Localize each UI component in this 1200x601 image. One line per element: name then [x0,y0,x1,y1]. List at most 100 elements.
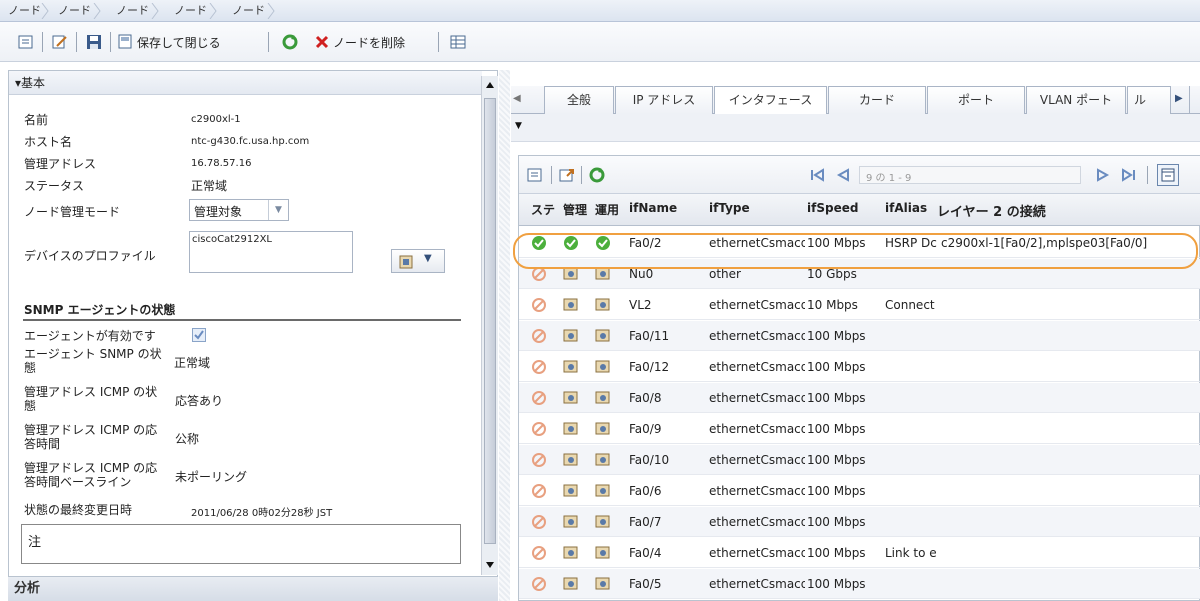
oper-status-up-icon [595,235,611,251]
device-profile-lookup-button[interactable]: ▼ [391,249,445,273]
table-header: ステ 管理 運用 ifName ifType ifSpeed ifAlias レ… [519,194,1200,226]
icmp-baseline-label-line2: 答時間ベースライン [24,475,132,489]
management-mode-value: 管理対象 [194,205,243,219]
tab-ports[interactable]: ポート [927,86,1025,114]
chevron-down-icon: ▼ [424,253,432,264]
tab-more[interactable]: ル [1127,86,1171,114]
col-oper[interactable]: 運用 [595,201,619,218]
oper-status-icon [595,483,611,499]
device-profile-value: ciscoCat2912XL [192,234,273,245]
table-row[interactable]: Fa0/6 ethernetCsmacd 100 Mbps [519,476,1200,506]
chevron-down-icon: ▼ [515,121,522,131]
last-page-icon[interactable] [1121,167,1137,183]
tab-scroll-left-icon[interactable]: ◀ [513,93,521,104]
column-chooser-button[interactable] [1157,164,1179,186]
management-mode-select[interactable]: 管理対象 ▼ [189,199,289,221]
breadcrumb-item[interactable]: ノード [58,0,91,22]
table-row[interactable]: Fa0/12 ethernetCsmacd 100 Mbps [519,352,1200,382]
col-layer2[interactable]: レイヤー 2 の接続 [937,201,1046,220]
iftype-cell: ethernetCsmacd [709,329,805,343]
prev-page-icon[interactable] [835,167,851,183]
delete-node-button[interactable]: ノードを削除 [314,30,405,54]
agent-enabled-checkbox[interactable] [192,328,206,342]
collapse-toggle[interactable]: ▼ [511,114,1200,142]
iftype-cell: other [709,267,741,281]
tab-scroll-right-icon[interactable]: ▶ [1175,93,1183,104]
refresh-button[interactable] [282,30,298,54]
ifspeed-cell: 100 Mbps [807,515,866,529]
left-panel-scrollbar[interactable] [481,76,498,575]
col-status[interactable]: ステ [531,201,555,218]
tab-ip-address[interactable]: IP アドレス [615,86,713,114]
device-profile-field[interactable]: ciscoCat2912XL [189,231,353,273]
ifspeed-cell: 10 Mbps [807,298,858,312]
icmp-state-label-line1: 管理アドレス ICMP の状 [24,385,158,399]
scroll-thumb[interactable] [484,98,496,544]
first-page-icon[interactable] [809,167,825,183]
col-ifname[interactable]: ifName [629,201,677,215]
ifname-cell: Fa0/4 [629,546,662,560]
breadcrumb-item[interactable]: ノード [174,0,207,22]
scroll-down-arrow-icon[interactable] [484,558,496,572]
breadcrumb-item[interactable]: ノード [232,0,265,22]
table-row[interactable]: Fa0/9 ethernetCsmacd 100 Mbps [519,414,1200,444]
tab-bar-edge [1189,86,1190,114]
tab-interfaces[interactable]: インタフェース [714,86,827,115]
table-row[interactable]: Fa0/5 ethernetCsmacd 100 Mbps [519,569,1200,599]
icmp-response-label: 管理アドレス ICMP の応 答時間 [24,423,157,451]
scroll-up-arrow-icon[interactable] [484,78,496,92]
ifalias-cell: Connect [885,298,935,312]
icmp-response-label-line2: 答時間 [24,437,61,451]
status-disabled-icon [531,266,547,282]
status-disabled-icon [531,421,547,437]
table-row[interactable]: Nu0 other 10 Gbps [519,259,1200,289]
toolbar-separator [268,32,269,52]
interfaces-table-panel: 9 の 1 - 9 ステ 管理 運用 ifName ifType ifSpeed… [518,155,1200,601]
analysis-panel-header[interactable]: 分析 [8,576,498,601]
ifspeed-cell: 100 Mbps [807,329,866,343]
ifspeed-cell: 100 Mbps [807,360,866,374]
save-and-close-button[interactable]: 保存して閉じる [118,30,221,54]
edit-button[interactable] [52,30,68,54]
breadcrumb-item[interactable]: ノード [116,0,149,22]
tab-vlan-ports[interactable]: VLAN ポート [1026,86,1126,114]
col-iftype[interactable]: ifType [709,201,750,215]
admin-status-icon [563,328,579,344]
iftype-cell: ethernetCsmacd [709,484,805,498]
col-ifspeed[interactable]: ifSpeed [807,201,858,215]
status-disabled-icon [531,576,547,592]
table-row[interactable]: Fa0/8 ethernetCsmacd 100 Mbps [519,383,1200,413]
table-row[interactable]: Fa0/10 ethernetCsmacd 100 Mbps [519,445,1200,475]
icmp-baseline-value: 未ポーリング [175,470,248,484]
icmp-baseline-label: 管理アドレス ICMP の応 答時間ベースライン [24,461,157,489]
ifname-cell: Fa0/2 [629,236,662,250]
open-form-button[interactable] [18,30,34,54]
col-ifalias[interactable]: ifAlias [885,201,927,215]
status-disabled-icon [531,390,547,406]
pagination-field[interactable]: 9 の 1 - 9 [859,166,1081,184]
open-icon[interactable] [527,167,543,183]
iftype-cell: ethernetCsmacd [709,515,805,529]
details-button[interactable] [450,30,466,54]
save-button[interactable] [86,30,102,54]
hostname-label: ホスト名 [24,135,73,149]
refresh-icon[interactable] [589,167,605,183]
tab-general[interactable]: 全般 [544,86,614,114]
tab-cards[interactable]: カード [828,86,926,114]
panel-splitter[interactable] [499,70,510,601]
oper-status-icon [595,452,611,468]
oper-status-icon [595,421,611,437]
export-icon[interactable] [559,167,575,183]
section-basic-header[interactable]: ▾基本 [9,71,482,95]
breadcrumb-item[interactable]: ノード [8,0,41,22]
notes-field[interactable]: 注 [21,524,461,564]
table-row[interactable]: Fa0/7 ethernetCsmacd 100 Mbps [519,507,1200,537]
table-row[interactable]: Fa0/11 ethernetCsmacd 100 Mbps [519,321,1200,351]
table-row[interactable]: VL2 ethernetCsmacd 10 Mbps Connect [519,290,1200,320]
ifname-cell: Fa0/8 [629,391,662,405]
next-page-icon[interactable] [1095,167,1111,183]
ifname-cell: Fa0/9 [629,422,662,436]
col-admin[interactable]: 管理 [563,201,587,218]
table-row[interactable]: Fa0/2 ethernetCsmacd 100 Mbps HSRP Dc c2900x… [519,228,1200,258]
table-row[interactable]: Fa0/4 ethernetCsmacd 100 Mbps Link to e [519,538,1200,568]
